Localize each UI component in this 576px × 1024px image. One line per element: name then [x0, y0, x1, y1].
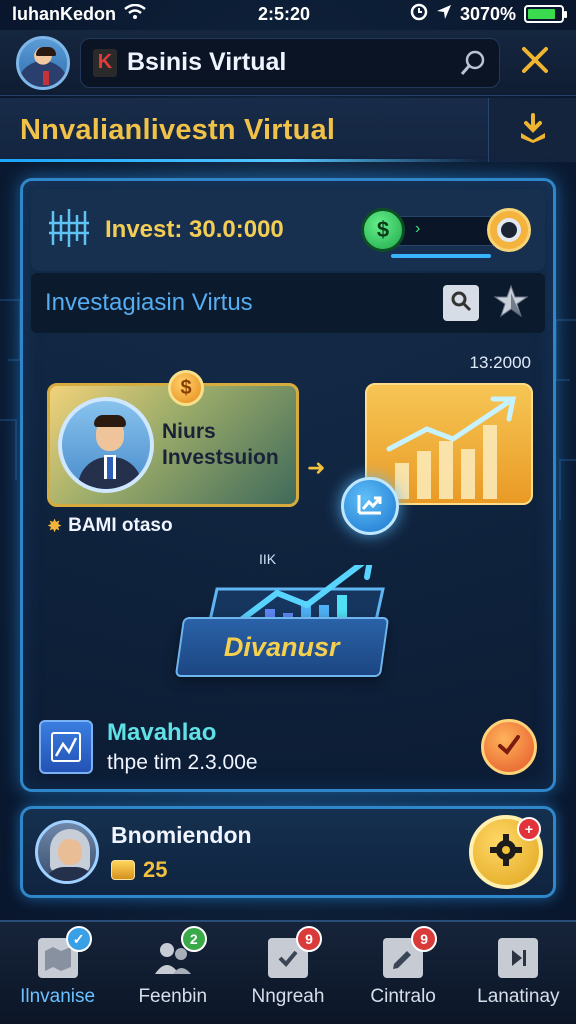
circuit-icon: [45, 205, 91, 256]
activity-title: Mavahlao: [107, 719, 217, 746]
nav-badge: 9: [411, 926, 438, 952]
investor-name-line2: Investsuion: [162, 446, 279, 469]
user-card[interactable]: Bnomiendon 25 +: [20, 806, 556, 898]
badge-text: BAMI otaso: [68, 515, 173, 536]
check-icon: [495, 731, 523, 764]
nav-item-progress[interactable]: 9 Nngreah: [233, 926, 343, 1008]
search-icon[interactable]: [459, 49, 487, 77]
user-avatar: [35, 820, 99, 884]
activity-subtitle: thpe tim 2.3.00e: [107, 751, 258, 774]
notification-badge: +: [517, 817, 541, 841]
coin-stack-icon: [111, 859, 135, 880]
invest-amount: Invest: 30.0:000: [105, 216, 284, 243]
nav-badge: ✓: [65, 926, 92, 952]
status-time: 2:5:20: [258, 3, 311, 24]
toggle-arrow-icon: ›: [415, 220, 421, 237]
carrier-name: luhanKedon: [12, 3, 116, 24]
magnifier-button[interactable]: [443, 285, 479, 321]
sub-search-text: Investagiasin Virtus: [45, 289, 253, 316]
star-burst-icon: ✸: [47, 515, 63, 536]
rank-badge: ✸ BAMI otaso: [47, 515, 173, 537]
nav-item-feed[interactable]: 2 Feenbin: [118, 926, 228, 1008]
feed-timestamp: 13:2000: [469, 353, 531, 372]
trend-button[interactable]: [341, 477, 399, 535]
nav-item-central[interactable]: 9 Cintralo: [348, 926, 458, 1008]
coin-icon[interactable]: $: [361, 208, 405, 252]
invest-toggle[interactable]: $ ›: [361, 200, 531, 260]
nav-badge: 9: [295, 926, 322, 952]
map-icon: ✓: [37, 926, 92, 978]
avatar[interactable]: [16, 35, 70, 90]
favorite-button[interactable]: [491, 283, 531, 323]
nav-badge: 2: [180, 926, 207, 952]
nav-label: Lanatinay: [477, 986, 560, 1007]
app-title: Bsinis Virtual: [127, 48, 287, 76]
app-header: K Bsinis Virtual: [0, 30, 576, 96]
laptop-button-label: Divanusr: [224, 631, 340, 662]
nav-label: Feenbin: [138, 986, 208, 1007]
battery-icon: [524, 5, 567, 23]
nav-label: Nngreah: [251, 986, 325, 1007]
brand-logo-icon: K: [93, 48, 117, 77]
laptop-action-button[interactable]: Divanusr: [174, 617, 390, 677]
banner-underline: [0, 159, 480, 162]
toggle-icon[interactable]: [487, 208, 531, 252]
nav-label: Cintralo: [370, 986, 436, 1007]
header-search-bar[interactable]: K Bsinis Virtual: [80, 37, 500, 88]
close-button[interactable]: [510, 38, 560, 88]
check-box-icon: 9: [267, 926, 322, 978]
nav-label: Ilnvanise: [20, 986, 96, 1007]
battery-percent: 3070%: [459, 3, 516, 24]
star-icon: [493, 283, 529, 324]
investor-name-line1: Niurs: [162, 419, 216, 443]
check-button[interactable]: [481, 719, 537, 775]
investor-profile-card[interactable]: Niurs Investsuion $: [47, 370, 299, 507]
investor-photo: [58, 397, 154, 493]
bottom-nav: ✓ Ilnvanise 2 Feenbin 9 Nngreah 9 Cintra…: [0, 920, 576, 1024]
close-icon: [519, 44, 551, 81]
edit-icon: 9: [383, 926, 438, 978]
coin-count: 25: [143, 856, 168, 882]
sub-search-bar[interactable]: Investagiasin Virtus: [31, 273, 545, 333]
trend-up-icon: [355, 489, 385, 524]
location-icon: [436, 4, 452, 25]
download-icon: [516, 111, 550, 150]
nav-item-language[interactable]: Lanatinay: [463, 938, 573, 1008]
next-icon: [498, 938, 539, 978]
nav-item-invest[interactable]: ✓ Ilnvanise: [3, 926, 113, 1008]
investment-panel: Invest: 30.0:000 $ › Investagiasin Virtu…: [20, 178, 556, 792]
magnifier-icon: [449, 289, 473, 318]
alarm-icon: [410, 3, 428, 26]
download-button[interactable]: [488, 98, 576, 162]
users-icon: 2: [153, 926, 207, 978]
dollar-coin-icon: $: [168, 370, 204, 406]
wifi-icon: [124, 3, 146, 25]
toggle-progress: [391, 254, 491, 258]
activity-row[interactable]: Mavahlao thpe tim 2.3.00e: [33, 713, 543, 781]
status-bar: luhanKedon 2:5:20 3070%: [0, 0, 576, 28]
page-title: Nnvalianlivestn Virtual: [20, 113, 336, 146]
invest-row: Invest: 30.0:000 $ ›: [31, 189, 545, 271]
chart-icon: [39, 720, 93, 774]
page-banner: Nnvalianlivestn Virtual: [0, 98, 576, 162]
gear-button[interactable]: +: [469, 815, 543, 889]
arrow-right-icon: ➜: [307, 455, 326, 480]
